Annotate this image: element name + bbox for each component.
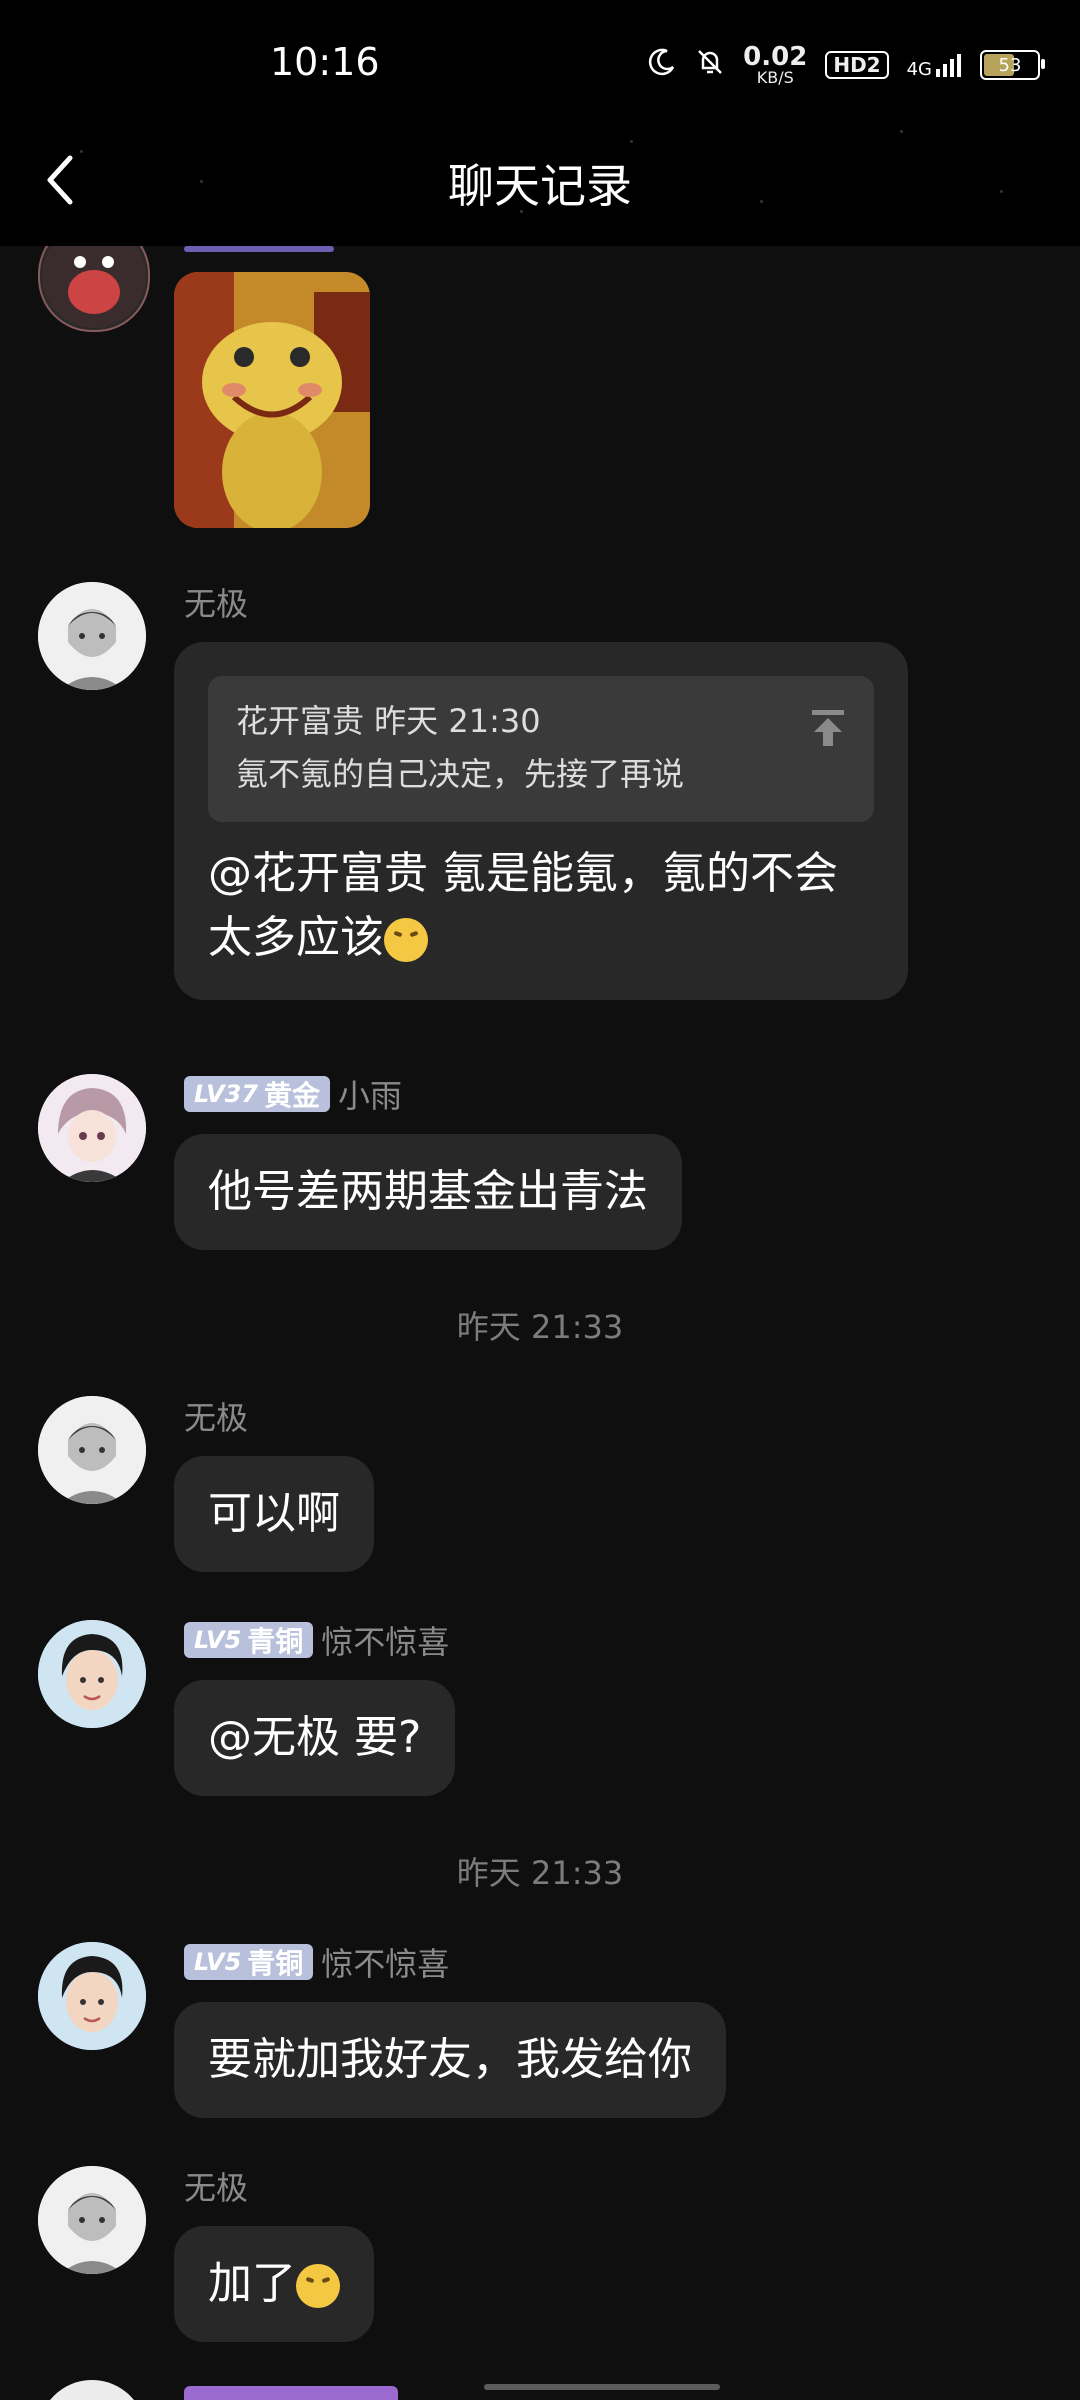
username: 小雨 [337,1077,402,1115]
squint-emoji-icon [384,918,428,962]
status-icons: 0.02 KB/S HD2 4G 53 [647,40,1045,90]
message-bubble[interactable]: 可以啊 [174,1456,374,1572]
home-indicator[interactable] [484,2384,720,2390]
avatar[interactable] [38,1074,146,1182]
chat-history[interactable]: 无极 花开富贵 昨天 21:30 氪不氪的自己决定，先接了再说 @花开富贵 氪是… [0,246,1080,2400]
top-bar: 10:16 0.02 KB/S HD2 4G 53 聊天记录 [0,0,1080,246]
sender-row: LV5 青铜 惊不惊喜 [184,1620,450,1661]
username: 无极 [184,1399,249,1437]
battery-icon: 53 [980,50,1045,80]
username: 惊不惊喜 [321,1945,450,1983]
level-badge: LV5 青铜 [184,1944,314,1980]
timestamp: 昨天 21:33 [456,1854,624,1892]
sender-row: 无极 [184,582,249,623]
sender-row: LV5 青铜 惊不惊喜 [184,1942,450,1983]
status-time: 10:16 [270,40,380,84]
message-text: 他号差两期基金出青法 [208,1166,648,1217]
avatar[interactable] [38,246,150,332]
quote-author-time: 花开富贵 昨天 21:30 [236,702,541,740]
message-bubble[interactable]: 花开富贵 昨天 21:30 氪不氪的自己决定，先接了再说 @花开富贵 氪是能氪，… [174,642,908,1000]
level-badge: LV5 青铜 [184,1622,314,1658]
quoted-message[interactable]: 花开富贵 昨天 21:30 氪不氪的自己决定，先接了再说 [208,676,874,822]
badge-partial [184,246,334,252]
sender-row: 无极 [184,2166,249,2207]
message-text: 加了 [208,2258,296,2309]
avatar[interactable] [38,1620,146,1728]
signal-icon: 4G [907,51,962,79]
avatar[interactable] [38,2166,146,2274]
quote-text: 氪不氪的自己决定，先接了再说 [236,755,685,793]
username: 惊不惊喜 [321,1623,450,1661]
sender-row: LV37 黄金 小雨 [184,1074,402,1115]
message-bubble[interactable]: 他号差两期基金出青法 [174,1134,682,1250]
badge-partial [184,2386,398,2400]
message-bubble[interactable]: @无极 要? [174,1680,456,1796]
avatar[interactable] [38,1396,146,1504]
username: 无极 [184,2169,249,2207]
message-bubble[interactable]: 加了 [174,2226,374,2342]
message-text: @无极 要? [208,1712,422,1763]
message-bubble[interactable]: 要就加我好友，我发给你 [174,2002,726,2118]
moon-icon [647,47,677,84]
network-speed: 0.02 KB/S [743,42,808,87]
level-badge: LV37 黄金 [184,1076,330,1112]
sender-row: 无极 [184,1396,249,1437]
bell-muted-icon [695,47,725,84]
timestamp: 昨天 21:33 [456,1308,624,1346]
avatar[interactable] [38,1942,146,2050]
page-title: 聊天记录 [448,159,632,213]
message-text: 可以啊 [208,1488,340,1539]
message-text: @花开富贵 氪是能氪，氪的不会太多应该 [208,848,838,963]
frog-sticker[interactable] [174,272,370,528]
hd-icon: HD2 [825,51,889,79]
message-text: 要就加我好友，我发给你 [208,2034,692,2085]
squint-emoji-icon [296,2264,340,2308]
jump-to-top-icon[interactable] [810,702,846,766]
avatar[interactable] [38,2380,146,2400]
avatar[interactable] [38,582,146,690]
username: 无极 [184,585,249,623]
